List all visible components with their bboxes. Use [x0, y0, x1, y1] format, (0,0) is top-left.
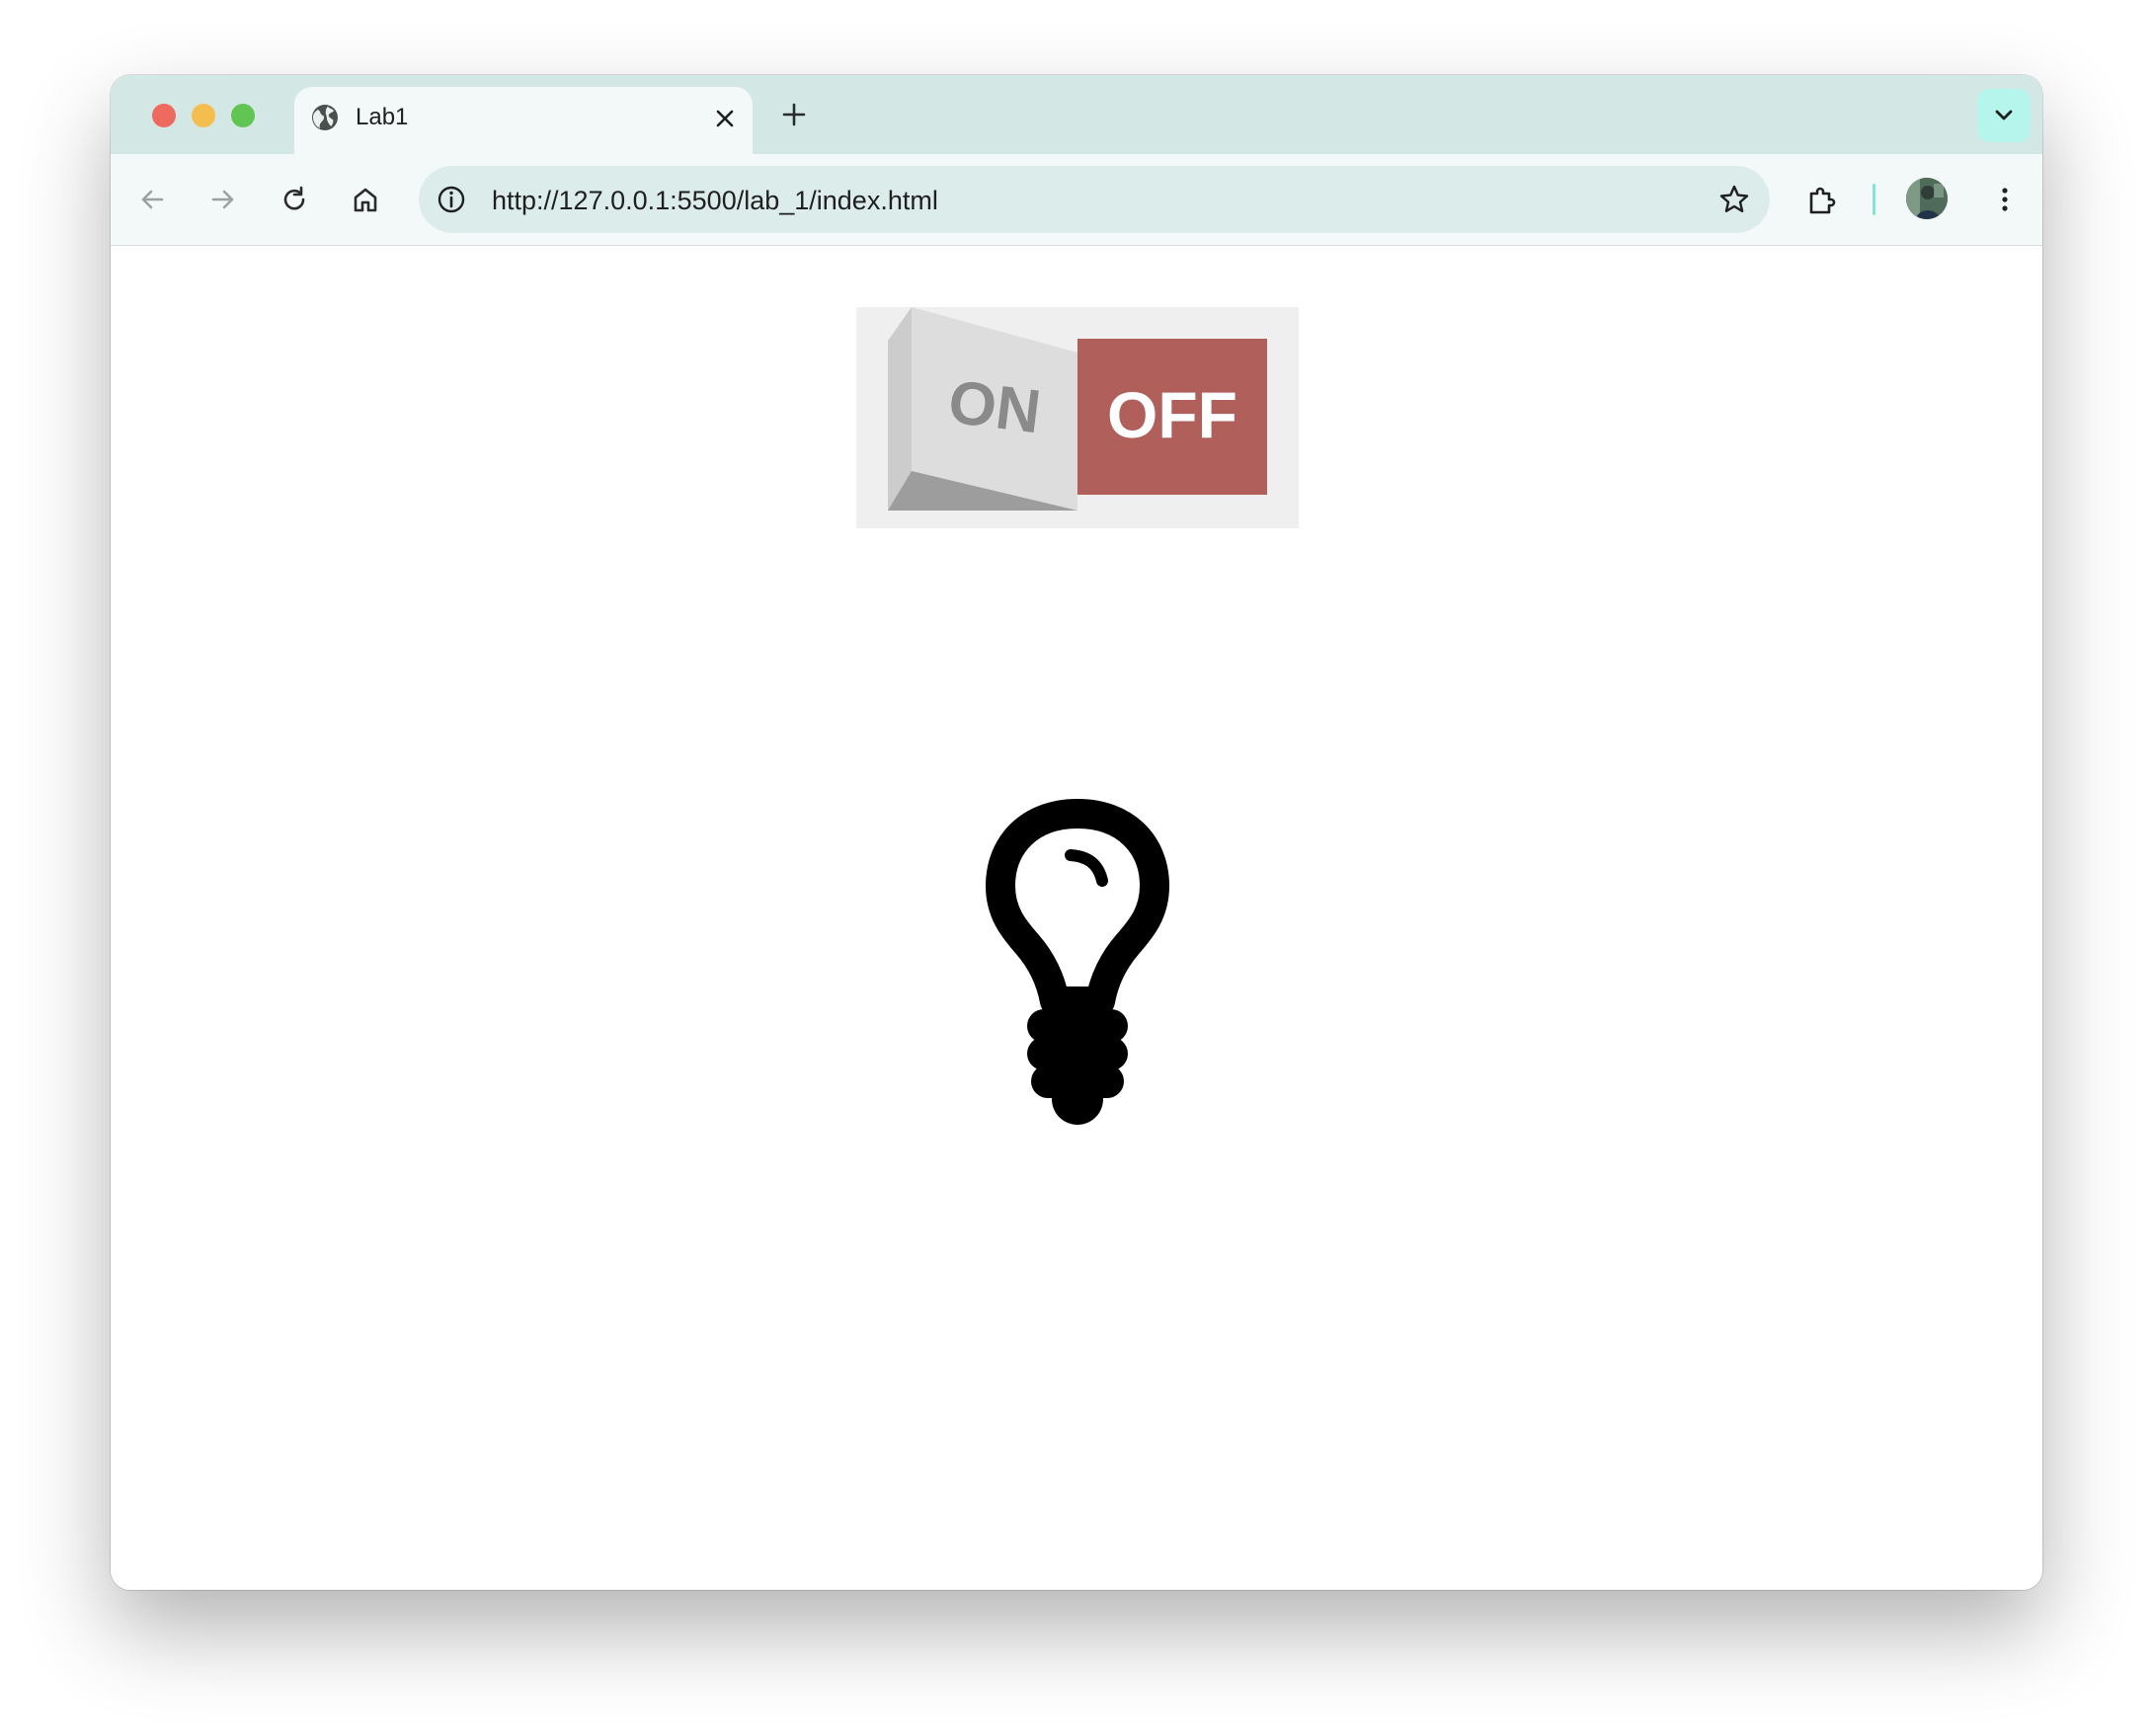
browser-window: Lab1 http://127.0.0.1:5500/lab_1/index.h… [111, 75, 2042, 1590]
globe-icon [310, 103, 340, 132]
extensions-button[interactable] [1799, 178, 1843, 221]
back-button[interactable] [130, 178, 174, 221]
home-icon [354, 188, 377, 212]
close-tab-icon[interactable] [711, 105, 739, 132]
arrow-right-icon [211, 190, 234, 209]
off-label: OFF [1107, 378, 1237, 451]
page-content: ON OFF [111, 246, 2042, 1590]
site-info-icon[interactable] [435, 183, 468, 216]
window-maximize-button[interactable] [231, 104, 255, 127]
tab-strip: Lab1 [111, 75, 2042, 154]
url-text[interactable]: http://127.0.0.1:5500/lab_1/index.html [492, 185, 938, 216]
reload-button[interactable] [273, 178, 316, 221]
new-tab-button[interactable] [776, 97, 812, 132]
tab-lab1[interactable]: Lab1 [294, 87, 753, 154]
avatar-image [1906, 178, 1948, 219]
bookmark-star-icon[interactable] [1716, 182, 1752, 217]
lightbulb-icon [960, 784, 1195, 1130]
forward-button[interactable] [201, 178, 245, 221]
tab-search-button[interactable] [1977, 89, 2031, 142]
arrow-left-icon [141, 190, 164, 209]
on-off-switch[interactable]: ON OFF [856, 307, 1299, 528]
menu-button[interactable] [1983, 178, 2027, 221]
address-bar[interactable]: http://127.0.0.1:5500/lab_1/index.html [419, 166, 1770, 233]
toolbar-divider [1873, 184, 1875, 215]
on-label: ON [945, 368, 1045, 447]
home-button[interactable] [344, 178, 387, 221]
window-minimize-button[interactable] [192, 104, 215, 127]
tab-title: Lab1 [356, 104, 409, 130]
reload-icon [283, 186, 305, 210]
window-close-button[interactable] [152, 104, 176, 127]
more-vertical-icon [2002, 188, 2008, 211]
profile-avatar[interactable] [1906, 178, 1948, 219]
browser-toolbar: http://127.0.0.1:5500/lab_1/index.html [111, 154, 2042, 246]
chevron-down-icon [1995, 110, 2013, 120]
puzzle-icon [1809, 187, 1836, 214]
